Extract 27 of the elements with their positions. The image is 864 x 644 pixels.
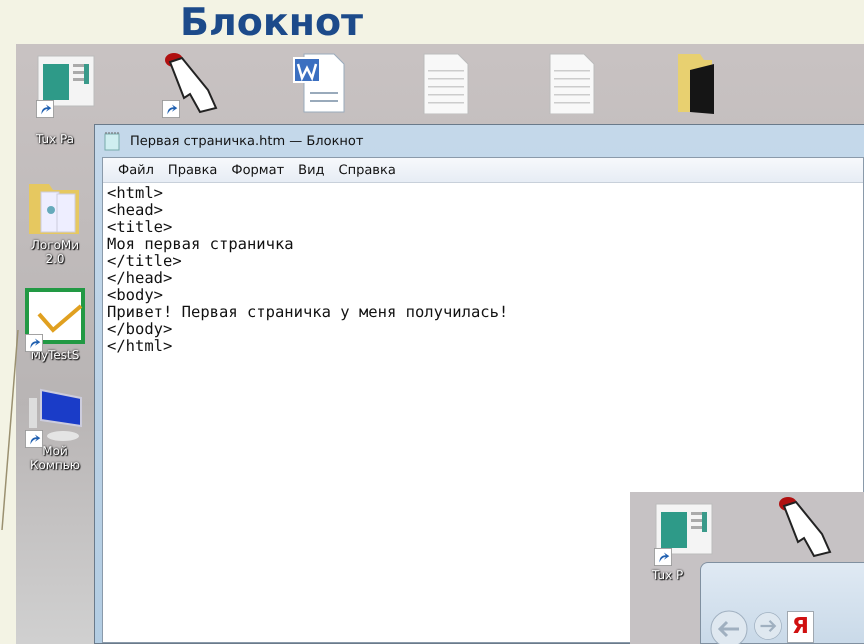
code-line: <title>	[107, 219, 174, 236]
back-icon[interactable]	[709, 609, 749, 644]
menu-item[interactable]: Вид	[291, 162, 332, 178]
code-line: Привет! Первая страничка у меня получилась!	[107, 304, 510, 321]
icon-label: Tux P	[652, 568, 684, 582]
icon-label: Tux Pa	[36, 132, 74, 146]
code-line: </head>	[107, 270, 174, 287]
browser-logo[interactable]: Я	[787, 611, 814, 643]
window-title: Первая страничка.htm — Блокнот	[130, 134, 364, 148]
code-line: <body>	[107, 287, 164, 304]
icon-label: Компью	[30, 458, 80, 472]
code-line: </title>	[107, 253, 182, 270]
menu-item[interactable]: Правка	[160, 162, 224, 178]
icon-label: ЛогоМи	[30, 238, 80, 252]
menu-item[interactable]: Справка	[332, 162, 403, 178]
slide-title: Блокнот	[179, 0, 364, 44]
code-line: <html>	[107, 185, 164, 202]
icon-label: Мой	[42, 444, 68, 458]
menu-item[interactable]: Файл	[111, 162, 161, 178]
menu-item[interactable]: Формат	[224, 162, 292, 178]
icon-label: 2.0	[45, 252, 65, 266]
notepad-icon	[102, 131, 122, 151]
code-line: <head>	[107, 202, 164, 219]
code-line: </html>	[107, 338, 174, 355]
code-line: Моя первая страничка	[107, 236, 295, 253]
forward-icon[interactable]	[753, 611, 783, 641]
code-line: </body>	[107, 321, 174, 338]
